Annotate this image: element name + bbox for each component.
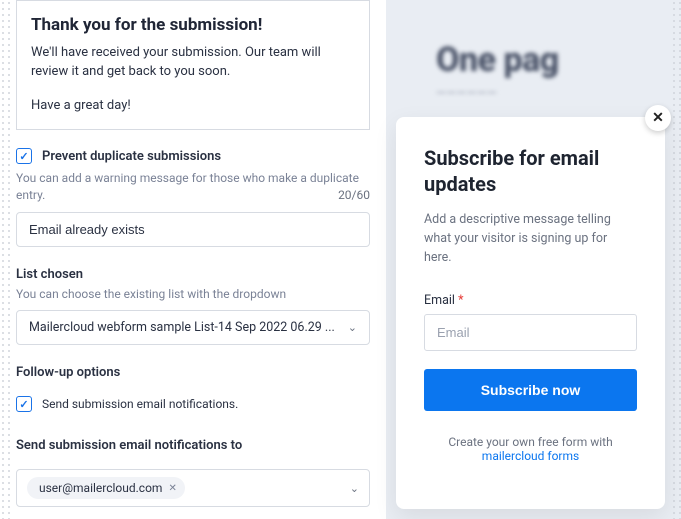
- notify-emails-input[interactable]: user@mailercloud.com ✕ ⌄: [16, 469, 370, 507]
- email-notifications-label: Send submission email notifications.: [42, 397, 238, 411]
- email-label: Email *: [424, 293, 637, 308]
- list-chosen-helper: You can choose the existing list with th…: [16, 286, 370, 303]
- duplicate-warning-input[interactable]: [16, 212, 370, 247]
- close-icon[interactable]: ✕: [645, 105, 671, 131]
- preview-area: One pag —————— ✕ Subscribe for email upd…: [386, 0, 681, 519]
- decorative-dots: [0, 0, 12, 519]
- background-page: One pag ——————: [386, 0, 681, 101]
- prevent-duplicates-row: ✓ Prevent duplicate submissions: [16, 148, 370, 164]
- chevron-down-icon: ⌄: [350, 482, 359, 495]
- list-chosen-title: List chosen: [16, 267, 370, 282]
- popup-title: Subscribe for email updates: [424, 145, 637, 197]
- mailercloud-link[interactable]: mailercloud forms: [482, 449, 579, 463]
- subscribe-popup: ✕ Subscribe for email updates Add a desc…: [396, 117, 665, 509]
- popup-footer: Create your own free form with mailerclo…: [424, 435, 637, 463]
- success-title: Thank you for the submission!: [31, 13, 355, 39]
- hero-subtitle: ——————: [436, 86, 681, 101]
- settings-panel: Thank you for the submission! We'll have…: [0, 0, 386, 519]
- list-selected-value: Mailercloud webform sample List-14 Sep 2…: [29, 320, 335, 335]
- success-message-editor[interactable]: Thank you for the submission! We'll have…: [16, 0, 370, 130]
- email-notifications-checkbox[interactable]: ✓: [16, 396, 32, 412]
- followup-row: ✓ Send submission email notifications.: [16, 396, 370, 412]
- prevent-duplicates-label: Prevent duplicate submissions: [42, 149, 221, 164]
- success-body: We'll have received your submission. Our…: [31, 43, 355, 82]
- hero-title: One pag: [436, 40, 681, 80]
- list-dropdown[interactable]: Mailercloud webform sample List-14 Sep 2…: [16, 310, 370, 345]
- success-signoff: Have a great day!: [31, 96, 355, 116]
- prevent-duplicates-checkbox[interactable]: ✓: [16, 148, 32, 164]
- email-field[interactable]: [424, 314, 637, 351]
- email-tag: user@mailercloud.com ✕: [27, 477, 185, 499]
- followup-title: Follow-up options: [16, 365, 370, 380]
- remove-tag-icon[interactable]: ✕: [168, 483, 176, 494]
- popup-description: Add a descriptive message telling what y…: [424, 211, 637, 267]
- char-counter: 20/60: [338, 187, 370, 204]
- notify-to-title: Send submission email notifications to: [16, 438, 370, 453]
- prevent-duplicates-helper: You can add a warning message for those …: [16, 170, 370, 204]
- chevron-down-icon: ⌄: [348, 321, 357, 334]
- subscribe-button[interactable]: Subscribe now: [424, 369, 637, 411]
